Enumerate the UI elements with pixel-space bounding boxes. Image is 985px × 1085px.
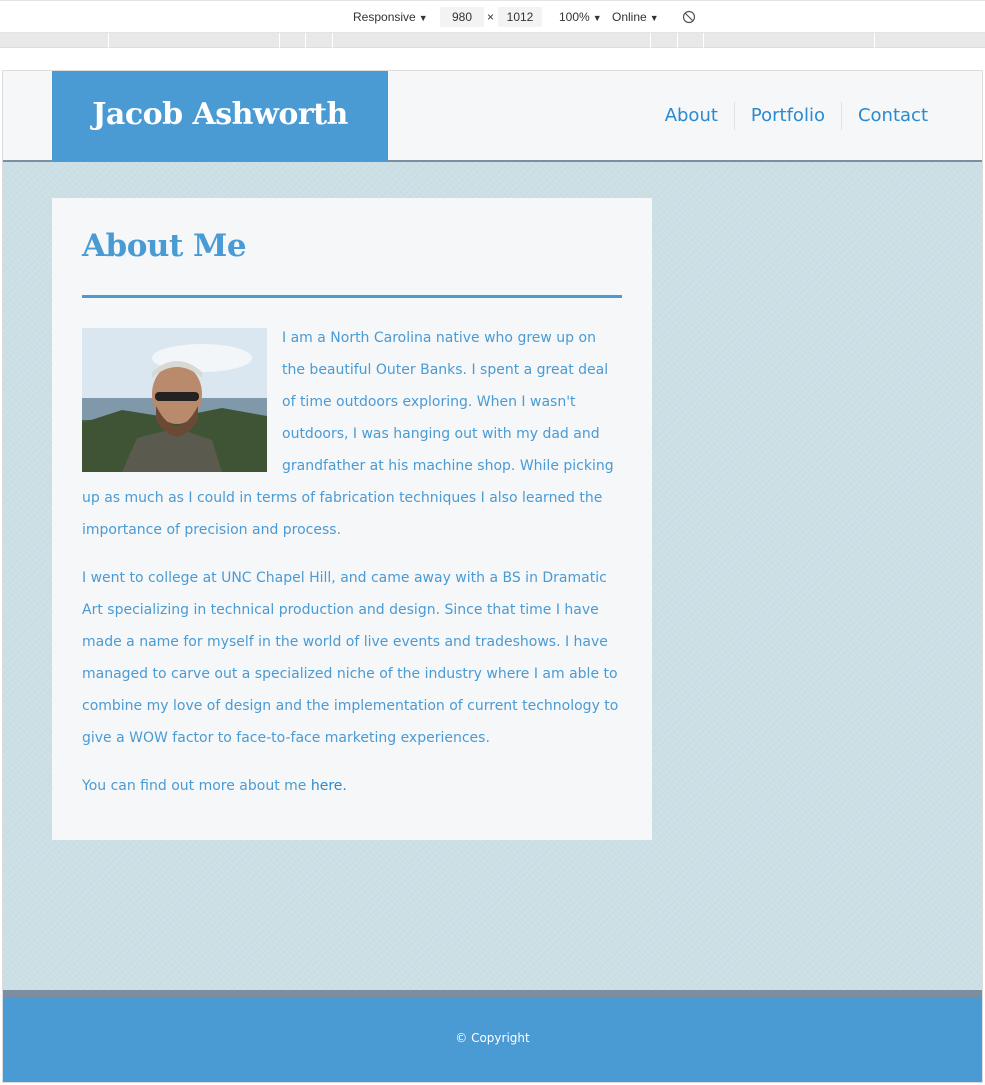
- nav-link-contact[interactable]: Contact: [842, 102, 944, 130]
- device-toolbar: Responsive ▼ 980 × 1012 100% ▼ Online ▼: [0, 0, 985, 33]
- profile-photo-illustration: [82, 328, 267, 472]
- emulated-page: Jacob Ashworth About Portfolio Contact A…: [2, 70, 983, 1083]
- chevron-down-icon: ▼: [592, 13, 602, 23]
- site-logo[interactable]: Jacob Ashworth: [52, 71, 388, 162]
- zoom-selector[interactable]: 100% ▼: [559, 10, 602, 24]
- copyright-text: © Copyright: [455, 1031, 530, 1045]
- ruler-mark: [108, 33, 109, 48]
- ruler-mark: [305, 33, 306, 48]
- about-paragraph: You can find out more about me here.: [82, 770, 622, 802]
- site-header: Jacob Ashworth About Portfolio Contact: [3, 71, 982, 162]
- site-title: Jacob Ashworth: [92, 97, 348, 132]
- nav-link-about[interactable]: About: [649, 102, 734, 130]
- more-info-link[interactable]: here.: [311, 778, 347, 794]
- about-card: About Me I am a North Carolina native wh…: [52, 198, 652, 840]
- device-selector[interactable]: Responsive ▼: [353, 10, 428, 24]
- profile-photo: [82, 328, 267, 472]
- chevron-down-icon: ▼: [418, 13, 428, 23]
- site-footer: © Copyright: [3, 997, 982, 1082]
- about-body: I am a North Carolina native who grew up…: [82, 322, 622, 818]
- ruler-mark: [874, 33, 875, 48]
- ruler-mark: [279, 33, 280, 48]
- about-heading: About Me: [82, 228, 247, 264]
- ruler-mark: [703, 33, 704, 48]
- ruler-mark: [650, 33, 651, 48]
- network-throttle-selector[interactable]: Online ▼: [612, 10, 659, 24]
- about-paragraph: I went to college at UNC Chapel Hill, an…: [82, 570, 619, 746]
- height-input[interactable]: 1012: [498, 7, 542, 27]
- chevron-down-icon: ▼: [649, 13, 659, 23]
- heading-divider: [82, 295, 622, 298]
- ruler-mark: [677, 33, 678, 48]
- rotate-icon[interactable]: [682, 10, 696, 24]
- more-info-text: You can find out more about me: [82, 778, 311, 794]
- main-nav: About Portfolio Contact: [649, 101, 944, 131]
- footer-divider: [3, 990, 982, 997]
- media-query-ruler[interactable]: [0, 33, 985, 48]
- ruler-mark: [332, 33, 333, 48]
- dimension-separator: ×: [487, 10, 495, 24]
- nav-link-portfolio[interactable]: Portfolio: [735, 102, 841, 130]
- width-input[interactable]: 980: [440, 7, 484, 27]
